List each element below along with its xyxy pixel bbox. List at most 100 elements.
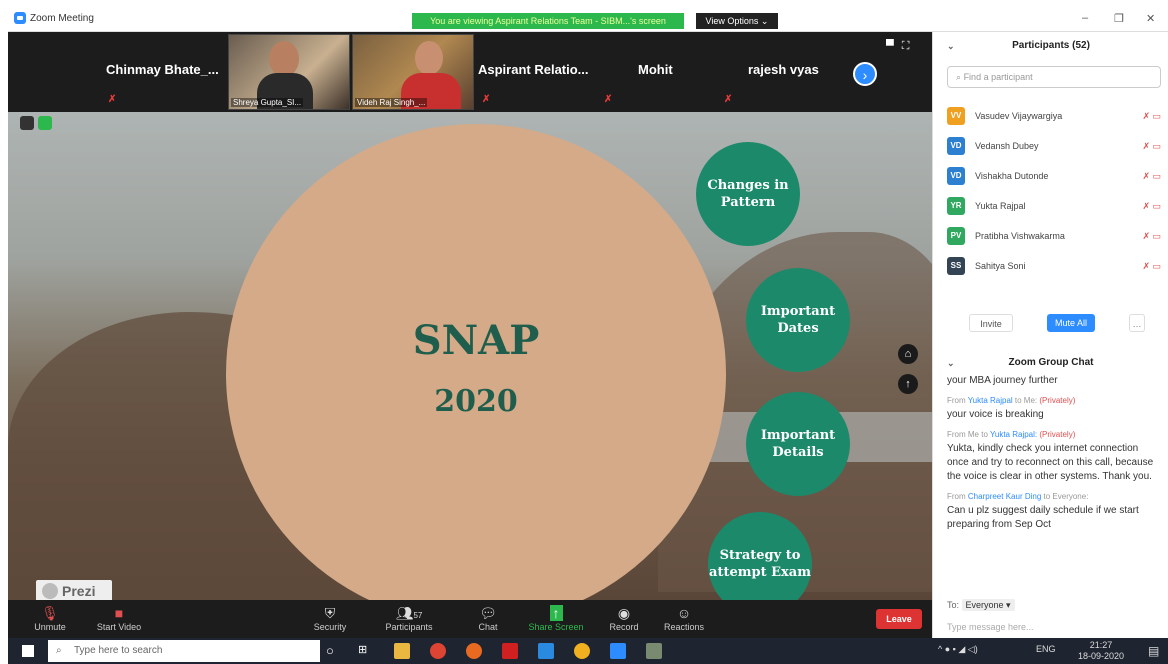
slide-year: 2020 (434, 384, 518, 419)
record-icon: ◉ (617, 605, 631, 621)
app-icon[interactable] (574, 643, 590, 659)
windows-taskbar: ⌕ Type here to search ○ ⊞ ^ ● ▪ ◢ ◁) ENG … (8, 638, 1168, 664)
chat-text: Yukta, kindly check you internet connect… (947, 443, 1154, 482)
info-icon[interactable] (20, 116, 34, 130)
participant-name: Vedansh Dubey (975, 141, 1039, 151)
avatar: VD (947, 137, 965, 155)
start-video-button[interactable]: ■ Start Video (90, 604, 148, 632)
window-title: Zoom Meeting (30, 12, 94, 24)
mute-all-button[interactable]: Mute All (1047, 314, 1095, 332)
firefox-icon[interactable] (466, 643, 482, 659)
muted-mic-icon: 🎙︎ (41, 605, 59, 621)
search-icon: ⌕ (56, 645, 62, 656)
avatar: SS (947, 257, 965, 275)
video-tile[interactable]: Shreya Gupta_SI... (228, 34, 350, 110)
participant-row[interactable]: VD Vedansh Dubey ✗ ▭ (947, 134, 1161, 158)
minimize-icon[interactable]: – (1082, 12, 1088, 24)
search-icon: ⌕ (956, 72, 962, 82)
app-icon[interactable] (646, 643, 662, 659)
close-icon[interactable]: ✕ (1146, 12, 1155, 25)
video-off-icon: ■ (114, 605, 124, 621)
up-arrow-icon[interactable]: ↑ (898, 374, 918, 394)
chat-messages: your MBA journey further From Yukta Rajp… (947, 374, 1157, 584)
participants-icon: 👥︎ (395, 605, 414, 621)
collapse-chevron-icon[interactable]: ⌄ (947, 32, 955, 60)
participant-row[interactable]: SS Sahitya Soni ✗ ▭ (947, 254, 1161, 278)
recipient-select[interactable]: Everyone ▾ (961, 599, 1015, 611)
unmute-button[interactable]: 🎙︎ Unmute (28, 604, 72, 632)
participant-name: Mohit (638, 62, 673, 77)
more-icon[interactable]: … (1129, 314, 1145, 332)
topic-bubble: Important Details (746, 392, 850, 496)
muted-mic-icon: ✗ ▭ (1142, 230, 1161, 241)
leave-button[interactable]: Leave (876, 609, 922, 629)
chrome-icon[interactable] (430, 643, 446, 659)
participant-tile[interactable]: rajesh vyas ✗ (724, 32, 848, 112)
home-icon[interactable]: ⌂ (898, 344, 918, 364)
clock[interactable]: 21:27 18-09-2020 (1078, 640, 1124, 662)
record-button[interactable]: ◉ Record (606, 604, 642, 632)
security-button[interactable]: ⛨ Security (308, 604, 352, 632)
participant-list: VV Vasudev Vijaywargiya ✗ ▭ VD Vedansh Dubey… (947, 92, 1161, 292)
invite-button[interactable]: Invite (969, 314, 1013, 332)
participant-tile[interactable]: Aspirant Relatio... ✗ (474, 32, 604, 112)
slide-title: SNAP (412, 317, 540, 364)
prezi-logo: Prezi (36, 580, 112, 600)
muted-mic-icon: ✗ (604, 94, 613, 105)
muted-mic-icon: ✗ (724, 94, 733, 105)
participant-row[interactable]: YR Yukta Rajpal ✗ ▭ (947, 194, 1161, 218)
share-screen-button[interactable]: ↑ Share Screen (526, 604, 586, 632)
shield-icon: ⛨ (324, 605, 336, 621)
gallery-view-icon[interactable]: ▀ (886, 40, 902, 52)
video-caption: Shreya Gupta_SI... (231, 98, 304, 107)
shield-icon[interactable] (38, 116, 52, 130)
chat-icon: 💬︎ (479, 605, 497, 621)
participant-name: Vishakha Dutonde (975, 171, 1049, 181)
participants-title: Participants (52) (1012, 40, 1090, 51)
windows-start-icon[interactable] (22, 645, 34, 657)
participant-tile[interactable]: Mohit ✗ (604, 32, 724, 112)
next-page-icon[interactable]: › (853, 62, 877, 86)
notification-icon[interactable]: ▤ (1148, 644, 1159, 658)
restore-icon[interactable]: ❐ (1114, 12, 1124, 25)
participant-name: Sahitya Soni (975, 261, 1026, 271)
muted-mic-icon: ✗ (108, 94, 117, 105)
chat-button[interactable]: 💬︎ Chat (470, 604, 506, 632)
find-participant-input[interactable]: ⌕ Find a participant (947, 66, 1161, 88)
reactions-icon: ☺ (676, 605, 692, 621)
zoom-taskbar-icon[interactable] (610, 643, 626, 659)
muted-mic-icon: ✗ ▭ (1142, 170, 1161, 181)
file-explorer-icon[interactable] (394, 643, 410, 659)
system-tray-icons[interactable]: ^ ● ▪ ◢ ◁) (938, 644, 978, 655)
language-indicator[interactable]: ENG (1036, 644, 1056, 654)
chat-input[interactable]: Type message here... (947, 622, 1034, 632)
fullscreen-icon[interactable]: ⛶ (902, 40, 918, 52)
topic-bubble: Important Dates (746, 268, 850, 372)
topic-bubble: Changes in Pattern (696, 142, 800, 246)
view-options-button[interactable]: View Options ⌄ (696, 13, 778, 29)
video-caption: Videh Raj Singh_... (355, 98, 428, 107)
share-screen-icon: ↑ (549, 605, 563, 621)
chat-title: Zoom Group Chat (1008, 357, 1094, 368)
viewing-banner: You are viewing Aspirant Relations Team … (412, 13, 684, 29)
participant-tile[interactable]: Chinmay Bhate_... ✗ (78, 32, 228, 112)
shared-screen: SNAP 2020 Changes in Pattern Important D… (8, 112, 932, 600)
muted-mic-icon: ✗ ▭ (1142, 140, 1161, 151)
collapse-chevron-icon[interactable]: ⌄ (947, 352, 955, 374)
chat-text: Can u plz suggest daily schedule if we s… (947, 505, 1139, 530)
video-tile[interactable]: Videh Raj Singh_... (352, 34, 474, 110)
acrobat-icon[interactable] (502, 643, 518, 659)
app-icon[interactable] (538, 643, 554, 659)
cortana-icon[interactable]: ○ (326, 643, 342, 659)
taskbar-search-input[interactable]: ⌕ Type here to search (48, 640, 320, 662)
participant-row[interactable]: PV Pratibha Vishwakarma ✗ ▭ (947, 224, 1161, 248)
task-view-icon[interactable]: ⊞ (358, 643, 374, 659)
participants-count: 57 (413, 611, 423, 620)
avatar: PV (947, 227, 965, 245)
participant-name: Yukta Rajpal (975, 201, 1026, 211)
participant-row[interactable]: VD Vishakha Dutonde ✗ ▭ (947, 164, 1161, 188)
muted-mic-icon: ✗ (482, 94, 491, 105)
reactions-button[interactable]: ☺ Reactions (660, 604, 708, 632)
participants-button[interactable]: 👥︎57 Participants (380, 604, 438, 632)
participant-row[interactable]: VV Vasudev Vijaywargiya ✗ ▭ (947, 104, 1161, 128)
